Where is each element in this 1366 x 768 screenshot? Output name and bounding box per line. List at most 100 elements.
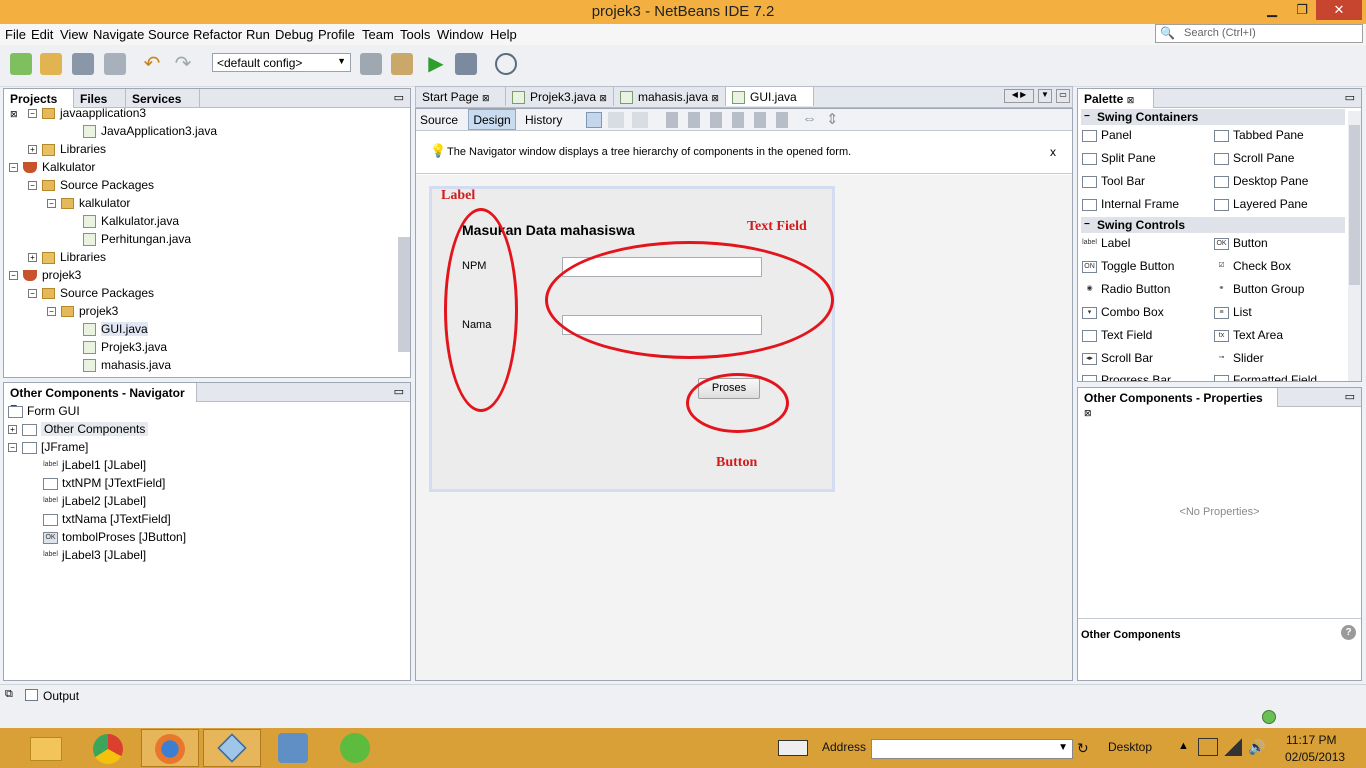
- palette-tool-bar-item[interactable]: Tool Bar: [1082, 171, 1145, 191]
- connection-mode-icon[interactable]: [608, 112, 624, 128]
- palette-formatted-field-item[interactable]: Formatted Field: [1214, 370, 1317, 381]
- desktop-label[interactable]: Desktop: [1108, 740, 1152, 754]
- clean-build-icon[interactable]: [391, 53, 413, 75]
- close-button[interactable]: ✕: [1316, 0, 1362, 20]
- menu-view[interactable]: View: [60, 27, 88, 42]
- menu-debug[interactable]: Debug: [275, 27, 313, 42]
- menu-profile[interactable]: Profile: [318, 27, 355, 42]
- palette-tabbed-pane-item[interactable]: Tabbed Pane: [1214, 125, 1304, 145]
- menu-refactor[interactable]: Refactor: [193, 27, 242, 42]
- menu-help[interactable]: Help: [490, 27, 517, 42]
- palette-layered-pane-item[interactable]: Layered Pane: [1214, 194, 1308, 214]
- chrome-icon[interactable]: [79, 729, 137, 767]
- new-file-icon[interactable]: [10, 53, 32, 75]
- tab-projek3-java[interactable]: Projek3.java ⊠: [506, 87, 614, 106]
- new-project-icon[interactable]: [40, 53, 62, 75]
- projects-scrollbar[interactable]: [398, 237, 410, 352]
- minimize-button[interactable]: ▁: [1258, 0, 1286, 20]
- address-input[interactable]: ▼: [871, 739, 1073, 759]
- menu-source[interactable]: Source: [148, 27, 189, 42]
- tree-item-selected[interactable]: GUI.java: [83, 320, 148, 338]
- palette-scroll-pane-item[interactable]: Scroll Pane: [1214, 148, 1294, 168]
- nav-item[interactable]: txtNPM [JTextField]: [43, 474, 165, 492]
- palette-list-item[interactable]: ≡ List: [1214, 302, 1252, 322]
- palette-scroll-bar-item[interactable]: ◂▸ Scroll Bar: [1082, 348, 1153, 368]
- palette-button-group-item[interactable]: ⚭ Button Group: [1214, 279, 1304, 299]
- palette-button-item[interactable]: OK Button: [1214, 233, 1268, 253]
- build-icon[interactable]: [360, 53, 382, 75]
- clock-time[interactable]: 11:17 PM: [1286, 733, 1336, 747]
- tree-item[interactable]: + Libraries: [28, 140, 106, 158]
- tree-item[interactable]: − Source Packages: [28, 176, 154, 194]
- save-all-icon[interactable]: [104, 53, 126, 75]
- tab-start-page[interactable]: Start Page ⊠: [416, 87, 506, 106]
- redo-icon[interactable]: ↷: [172, 53, 194, 75]
- minimize-panel-icon[interactable]: ▭: [1345, 91, 1355, 104]
- keyboard-icon[interactable]: [778, 740, 808, 756]
- file-explorer-icon[interactable]: [18, 729, 76, 767]
- tree-item[interactable]: − projek3: [9, 266, 81, 284]
- maximize-editor-icon[interactable]: ▭: [1056, 89, 1070, 103]
- tree-item[interactable]: − kalkulator: [47, 194, 130, 212]
- tree-item[interactable]: Kalkulator.java: [83, 212, 179, 230]
- open-project-icon[interactable]: [72, 53, 94, 75]
- palette-radio-button-item[interactable]: ◉ Radio Button: [1082, 279, 1170, 299]
- palette-check-box-item[interactable]: ☑ Check Box: [1214, 256, 1291, 276]
- tree-item[interactable]: Projek3.java: [83, 338, 167, 356]
- palette-combo-box-item[interactable]: ▾ Combo Box: [1082, 302, 1164, 322]
- tab-gui-java[interactable]: GUI.java ⊠: [726, 87, 814, 117]
- menu-run[interactable]: Run: [246, 27, 270, 42]
- palette-progress-bar-item[interactable]: Progress Bar: [1082, 370, 1171, 381]
- menu-navigate[interactable]: Navigate: [93, 27, 144, 42]
- output-tab[interactable]: Output: [43, 689, 79, 703]
- network-icon[interactable]: [1224, 738, 1242, 756]
- nav-item[interactable]: + Other Components: [8, 420, 149, 438]
- tree-item[interactable]: − projek3: [47, 302, 118, 320]
- palette-text-field-item[interactable]: Text Field: [1082, 325, 1152, 345]
- palette-scrollbar[interactable]: [1348, 111, 1361, 381]
- resize-vertical-icon[interactable]: ⇕: [826, 110, 839, 128]
- palette-panel-item[interactable]: Panel: [1082, 125, 1132, 145]
- preview-design-icon[interactable]: [632, 112, 648, 128]
- palette-internal-frame-item[interactable]: Internal Frame: [1082, 194, 1179, 214]
- tree-item[interactable]: − Source Packages: [28, 284, 154, 302]
- menu-file[interactable]: File: [5, 27, 26, 42]
- undo-icon[interactable]: ↶: [141, 53, 163, 75]
- palette-split-pane-item[interactable]: Split Pane: [1082, 148, 1156, 168]
- palette-text-area-item[interactable]: tx Text Area: [1214, 325, 1283, 345]
- nav-item[interactable]: OK tombolProses [JButton]: [43, 528, 186, 546]
- tree-item[interactable]: JavaApplication3.java: [83, 122, 217, 140]
- tab-design[interactable]: Design: [468, 109, 516, 130]
- swing-containers-header[interactable]: − Swing Containers: [1081, 109, 1345, 125]
- tab-list-icon[interactable]: ▼: [1038, 89, 1052, 103]
- tab-palette[interactable]: Palette ⊠: [1078, 89, 1154, 108]
- minimize-panel-icon[interactable]: ▭: [1345, 390, 1355, 403]
- palette-toggle-button-item[interactable]: ON Toggle Button: [1082, 256, 1174, 276]
- sublime-icon[interactable]: [265, 729, 323, 767]
- nav-item[interactable]: label jLabel2 [JLabel]: [43, 492, 146, 510]
- tab-source[interactable]: Source: [420, 113, 458, 127]
- tray-expand-icon[interactable]: ▲: [1178, 740, 1189, 752]
- search-input[interactable]: 🔍 Search (Ctrl+I): [1155, 24, 1363, 43]
- menu-team[interactable]: Team: [362, 27, 394, 42]
- tree-item[interactable]: − Kalkulator: [9, 158, 95, 176]
- config-select[interactable]: <default config> ▼: [212, 53, 351, 72]
- info-close-icon[interactable]: x: [1050, 145, 1056, 159]
- firefox-icon[interactable]: [141, 729, 199, 767]
- tree-item[interactable]: − javaapplication3: [28, 104, 146, 122]
- tree-item[interactable]: + Libraries: [28, 248, 106, 266]
- palette-desktop-pane-item[interactable]: Desktop Pane: [1214, 171, 1308, 191]
- minimize-panel-icon[interactable]: ▭: [394, 385, 404, 398]
- tab-properties[interactable]: Other Components - Properties ⊠: [1078, 388, 1278, 418]
- tab-history[interactable]: History: [525, 113, 562, 127]
- tab-mahasis-java[interactable]: mahasis.java ⊠: [614, 87, 726, 106]
- media-player-icon[interactable]: [327, 729, 385, 767]
- tree-item[interactable]: mahasis.java: [83, 356, 171, 374]
- tab-scroll-icon[interactable]: ◀ ▶: [1004, 89, 1034, 103]
- selection-mode-icon[interactable]: [586, 112, 602, 128]
- restore-icon[interactable]: ⧉: [5, 688, 13, 701]
- menu-edit[interactable]: Edit: [31, 27, 53, 42]
- nav-item[interactable]: Form GUI: [8, 402, 80, 420]
- maximize-button[interactable]: ❐: [1288, 0, 1316, 20]
- align-icons[interactable]: [666, 112, 796, 128]
